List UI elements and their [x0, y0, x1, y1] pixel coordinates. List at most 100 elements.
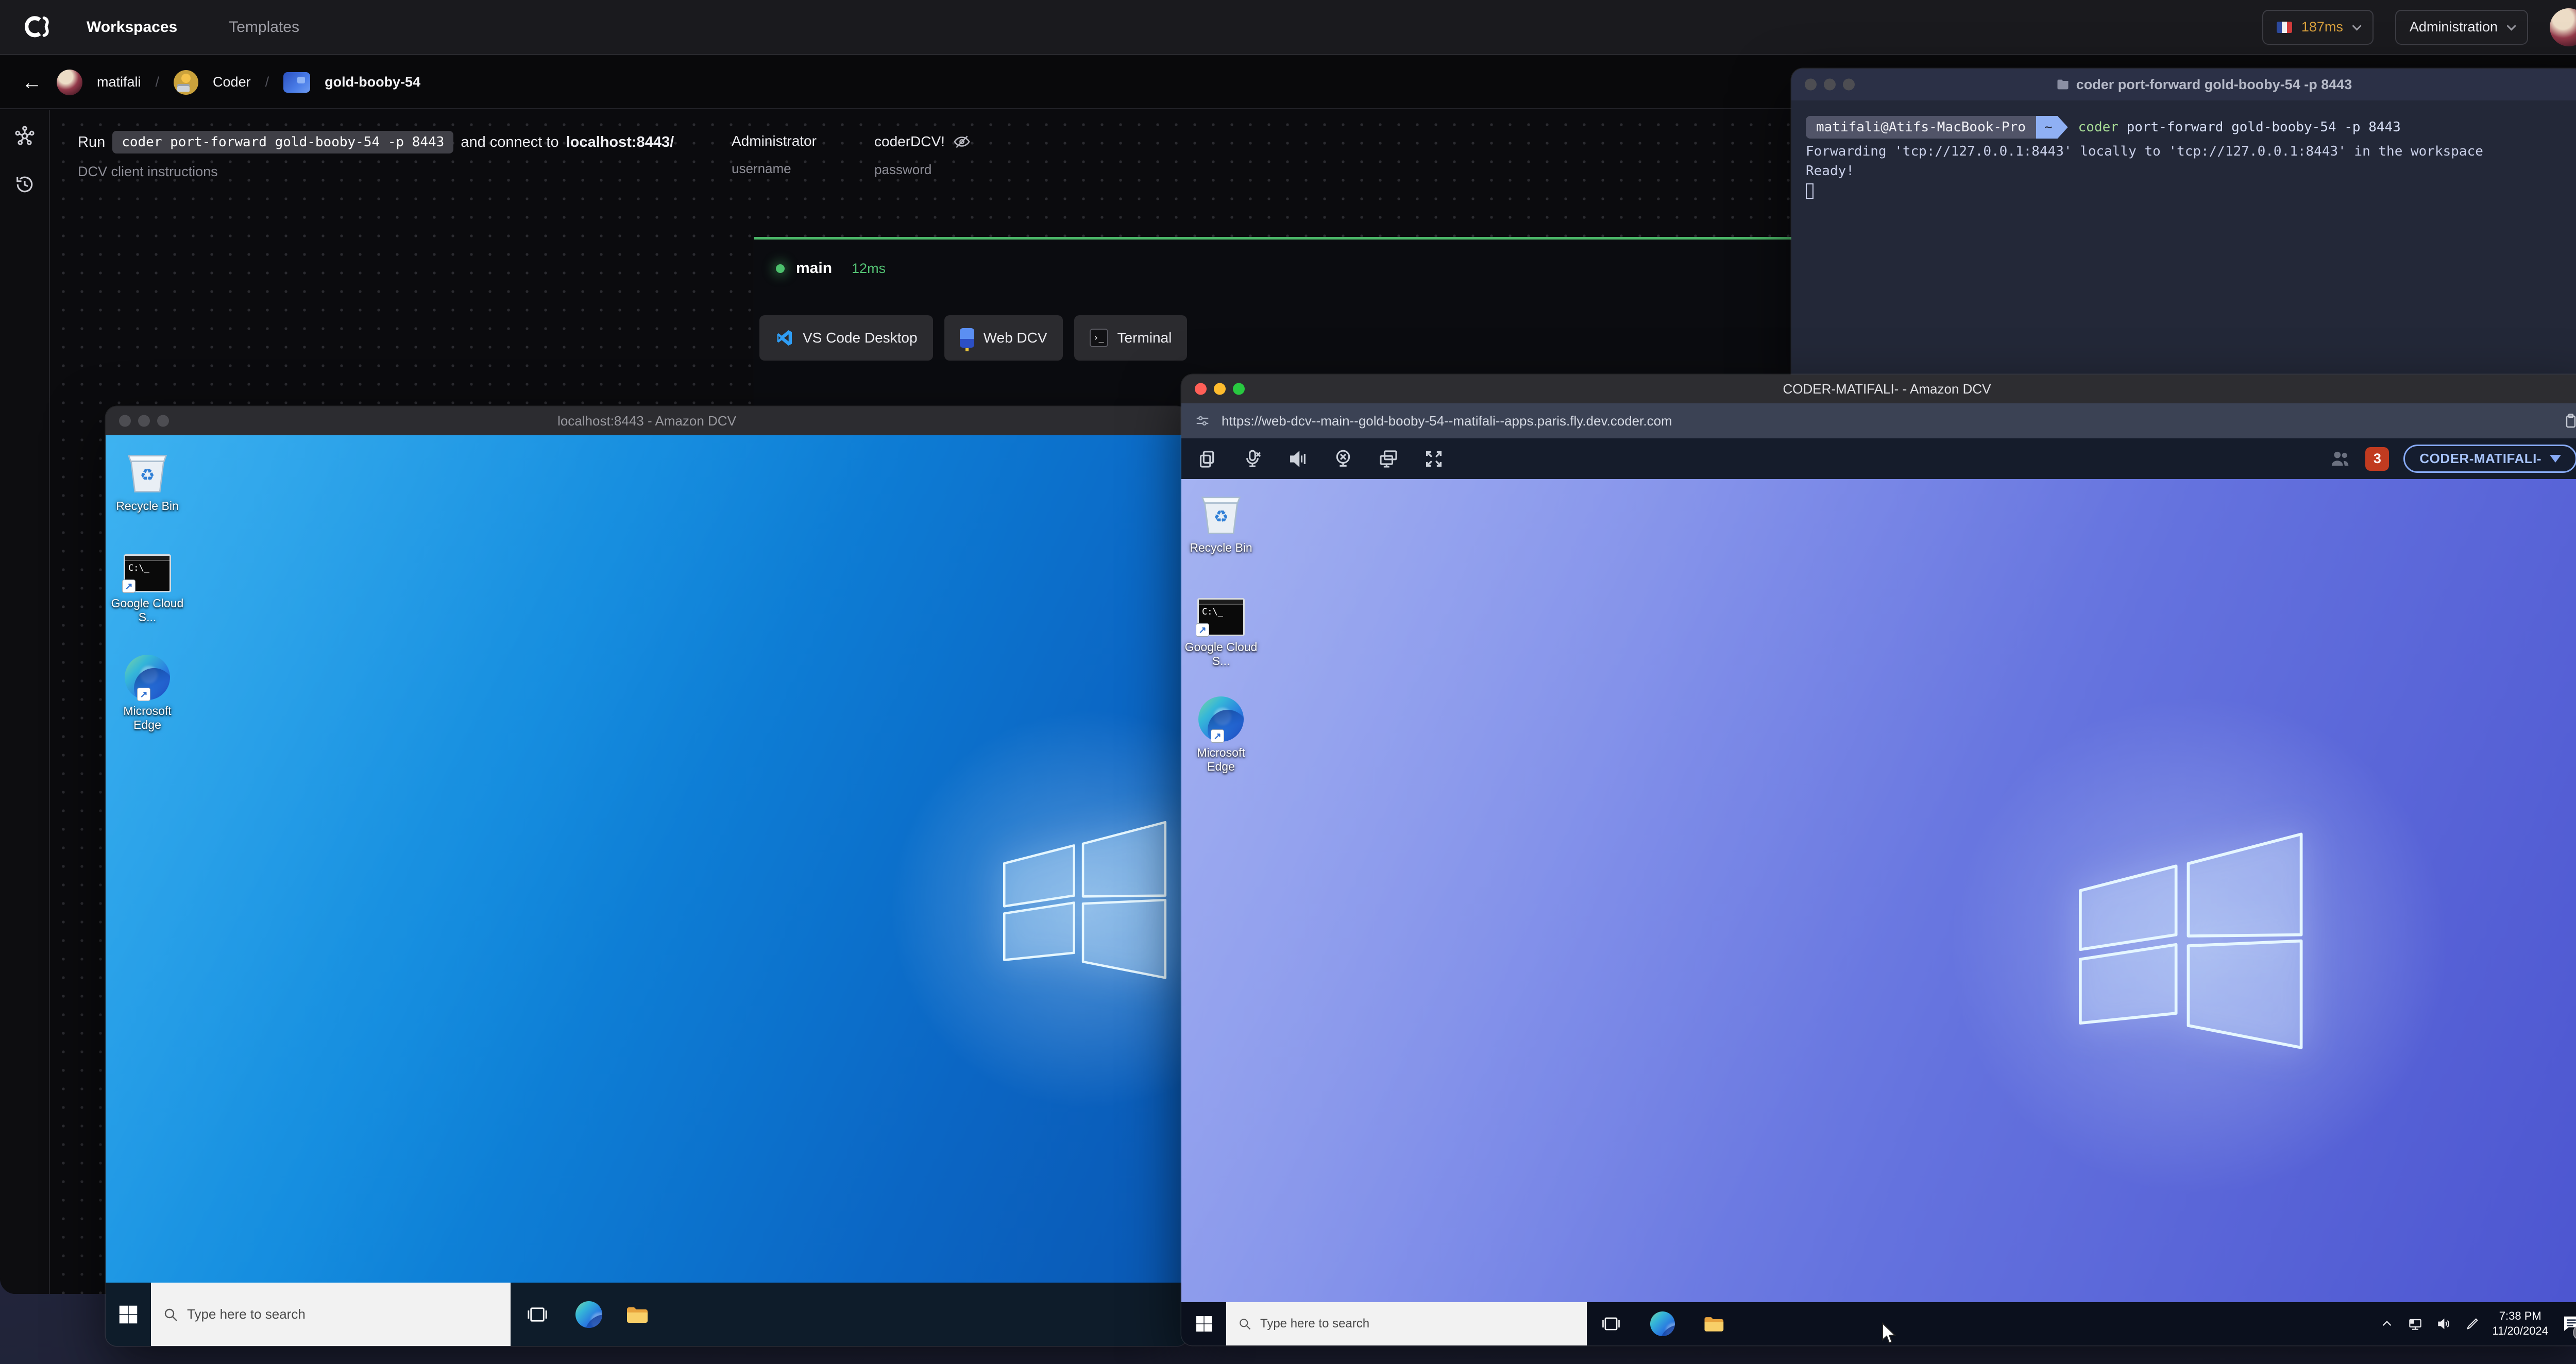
- session-name: CODER-MATIFALI-: [2419, 451, 2541, 466]
- password-label: password: [874, 162, 932, 177]
- breadcrumb-separator: /: [155, 74, 160, 90]
- template-avatar: [174, 70, 199, 95]
- url-text[interactable]: https://web-dcv--main--gold-booby-54--ma…: [1222, 413, 1672, 429]
- terminal-body[interactable]: matifali@Atifs-MacBook-Pro ~ coder port-…: [1791, 100, 2576, 216]
- multi-display-icon[interactable]: [1378, 449, 1399, 469]
- breadcrumb-owner[interactable]: matifali: [97, 74, 141, 90]
- windows-desktop[interactable]: ♻ Recycle Bin C:\_ ↗ Google Cloud S... ↗: [1181, 479, 2576, 1302]
- breadcrumb-separator: /: [265, 74, 269, 90]
- terminal-output-line: Forwarding 'tcp://127.0.0.1:8443' locall…: [1806, 144, 2483, 159]
- clock-date: 11/20/2024: [2492, 1324, 2548, 1337]
- history-icon[interactable]: [13, 173, 36, 196]
- tab-templates[interactable]: Templates: [229, 19, 299, 36]
- taskbar-search[interactable]: Type here to search: [1226, 1302, 1587, 1345]
- fullscreen-icon[interactable]: [1423, 449, 1444, 469]
- resources-icon[interactable]: [13, 125, 36, 147]
- network-icon[interactable]: [2407, 1316, 2424, 1332]
- pen-icon[interactable]: [2465, 1316, 2480, 1332]
- breadcrumb-template[interactable]: Coder: [213, 74, 251, 90]
- desktop-icon-microsoft-edge[interactable]: ↗ Microsoft Edge: [109, 654, 186, 732]
- close-icon[interactable]: [119, 415, 131, 427]
- dcv-left-titlebar[interactable]: localhost:8443 - Amazon DCV: [106, 406, 1188, 435]
- instruction-middle: and connect to: [461, 133, 559, 150]
- dcv-right-titlebar[interactable]: CODER-MATIFALI- - Amazon DCV: [1181, 374, 2576, 403]
- system-tray: 7:38 PM 11/20/2024 1: [2379, 1309, 2576, 1340]
- port-forward-command[interactable]: coder port-forward gold-booby-54 -p 8443: [112, 131, 454, 154]
- chevron-down-icon: [2352, 21, 2362, 31]
- file-explorer-icon[interactable]: [621, 1283, 652, 1346]
- dcv-window-localhost: localhost:8443 - Amazon DCV ♻ Recycle Bi…: [106, 406, 1188, 1346]
- vscode-icon: [777, 330, 792, 346]
- start-button[interactable]: [106, 1283, 151, 1346]
- triangle-down-icon: [2550, 455, 2561, 463]
- user-avatar[interactable]: [2550, 8, 2576, 46]
- nav-right-cluster: 187ms Administration: [2262, 8, 2576, 46]
- username-field: Administrator username: [732, 133, 817, 177]
- copy-url-icon[interactable]: [2563, 413, 2576, 429]
- taskbar-search[interactable]: Type here to search: [151, 1283, 511, 1346]
- windows-logo: [2079, 832, 2303, 1049]
- folder-icon: [2057, 79, 2069, 90]
- mouse-cursor: [1882, 1322, 1896, 1344]
- task-view-icon[interactable]: [1597, 1302, 1625, 1345]
- site-settings-icon[interactable]: [1195, 413, 1210, 429]
- administration-dropdown[interactable]: Administration: [2395, 9, 2528, 45]
- france-flag-icon: [2276, 21, 2292, 33]
- terminal-titlebar[interactable]: coder port-forward gold-booby-54 -p 8443: [1791, 69, 2576, 100]
- close-icon[interactable]: [1195, 383, 1207, 395]
- web-dcv-label: Web DCV: [983, 330, 1047, 346]
- microphone-muted-icon[interactable]: [1242, 449, 1263, 469]
- dcv-toolbar: 3 CODER-MATIFALI-: [1181, 438, 2576, 479]
- connect-target[interactable]: localhost:8443/: [566, 134, 674, 151]
- latency-dropdown[interactable]: 187ms: [2262, 9, 2374, 45]
- minimize-icon[interactable]: [1824, 78, 1836, 91]
- terminal-button[interactable]: ›_ Terminal: [1074, 315, 1188, 361]
- zoom-icon[interactable]: [1233, 383, 1245, 395]
- traffic-lights: [1805, 78, 1855, 91]
- dcv-client-instructions-link[interactable]: DCV client instructions: [78, 164, 674, 180]
- clipboard-icon[interactable]: [1197, 449, 1217, 469]
- file-explorer-icon[interactable]: [1699, 1302, 1727, 1345]
- minimize-icon[interactable]: [138, 415, 150, 427]
- start-button[interactable]: [1181, 1302, 1226, 1345]
- action-center-icon[interactable]: 1: [2561, 1312, 2576, 1340]
- web-dcv-icon: [959, 328, 974, 351]
- dcv-window-coder-matifali: CODER-MATIFALI- - Amazon DCV https://web…: [1181, 374, 2576, 1345]
- taskbar-clock[interactable]: 7:38 PM 11/20/2024: [2493, 1309, 2548, 1338]
- agent-app-buttons: VS Code Desktop Web DCV ›_ Terminal: [759, 315, 1188, 361]
- speaker-icon[interactable]: [1287, 449, 1308, 469]
- url-bar: https://web-dcv--main--gold-booby-54--ma…: [1181, 403, 2576, 438]
- windows-desktop[interactable]: ♻ Recycle Bin C:\_ ↗ Google Cloud S... ↗: [106, 435, 1188, 1283]
- desktop-icon-recycle-bin[interactable]: ♻ Recycle Bin: [1182, 490, 1260, 555]
- vscode-desktop-button[interactable]: VS Code Desktop: [759, 315, 933, 361]
- collaborators-icon[interactable]: [2329, 448, 2351, 470]
- windows-logo: [1003, 821, 1167, 979]
- eye-off-icon[interactable]: [953, 133, 971, 150]
- task-view-icon[interactable]: [522, 1283, 553, 1346]
- edge-taskbar-icon[interactable]: [1648, 1302, 1677, 1345]
- back-arrow-icon[interactable]: ←: [22, 72, 42, 93]
- screen: Workspaces Templates 187ms Administratio…: [0, 0, 2576, 1364]
- participants-badge[interactable]: 3: [2365, 447, 2389, 471]
- desktop-icon-microsoft-edge[interactable]: ↗ Microsoft Edge: [1182, 695, 1260, 774]
- tray-expand-icon[interactable]: [2379, 1316, 2395, 1332]
- tab-workspaces[interactable]: Workspaces: [87, 19, 177, 36]
- prompt-host: matifali@Atifs-MacBook-Pro: [1806, 116, 2036, 139]
- desktop-icon-google-cloud-shell[interactable]: C:\_ ↗ Google Cloud S...: [1182, 590, 1260, 668]
- minimize-icon[interactable]: [1214, 383, 1226, 395]
- volume-icon[interactable]: [2436, 1316, 2452, 1332]
- webcam-off-icon[interactable]: [1333, 449, 1353, 469]
- terminal-window: coder port-forward gold-booby-54 -p 8443…: [1791, 69, 2576, 390]
- desktop-icon-recycle-bin[interactable]: ♻ Recycle Bin: [109, 449, 186, 513]
- session-dropdown[interactable]: CODER-MATIFALI-: [2403, 445, 2576, 473]
- edge-taskbar-icon[interactable]: [573, 1283, 604, 1346]
- web-dcv-button[interactable]: Web DCV: [944, 315, 1063, 361]
- dcv-left-title: localhost:8443 - Amazon DCV: [557, 413, 736, 429]
- desktop-icon-google-cloud-shell[interactable]: C:\_ ↗ Google Cloud S...: [109, 546, 186, 624]
- agent-name: main: [796, 260, 833, 277]
- search-icon: [1240, 1319, 1251, 1330]
- close-icon[interactable]: [1805, 78, 1817, 91]
- zoom-icon[interactable]: [157, 415, 169, 427]
- coder-logo-icon[interactable]: [19, 9, 55, 45]
- zoom-icon[interactable]: [1843, 78, 1855, 91]
